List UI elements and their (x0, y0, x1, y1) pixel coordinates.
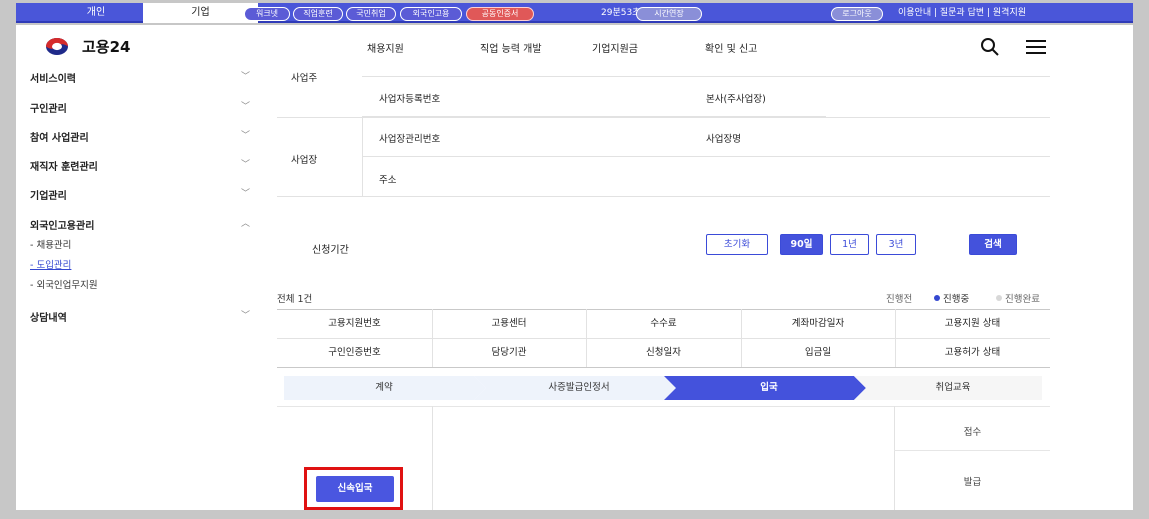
divider (277, 196, 1050, 197)
sidebar-item-label: 서비스이력 (30, 74, 76, 85)
status-issued: 발급 (963, 477, 982, 488)
search-icon[interactable] (980, 37, 1000, 57)
header-cell: 신청일자 (646, 347, 681, 358)
utility-bar: 개인 기업 워크넷 직업훈련 국민취업 외국인고용 공동인증서 29분53초 시… (16, 3, 1133, 23)
header-cell: 고용지원 상태 (944, 318, 1001, 329)
reset-button[interactable]: 초기화 (706, 234, 768, 255)
step-visa-certificate: 사증발급인정서 (548, 382, 610, 393)
divider (362, 156, 1050, 157)
nav-report[interactable]: 확인 및 신고 (705, 40, 757, 55)
header-cell: 담당기관 (491, 347, 527, 358)
chevron-down-icon: ﹀ (240, 102, 250, 112)
nav-skills[interactable]: 직업 능력 개발 (480, 40, 542, 55)
sidebar-item-recruit[interactable]: 구인관리 ﹀ (30, 100, 250, 115)
search-button[interactable]: 검색 (969, 234, 1017, 255)
divider (362, 117, 363, 196)
sidebar-item-consult[interactable]: 상담내역 ﹀ (30, 309, 250, 324)
owner-label: 사업주 (291, 73, 318, 84)
step-education: 취업교육 (935, 382, 971, 393)
period-label: 신청기간 (312, 245, 349, 256)
session-timer: 29분53초 (601, 8, 641, 18)
utility-links[interactable]: 이용안내 | 질문과 답변 | 원격지원 (898, 6, 1026, 20)
sidebar-item-training[interactable]: 재직자 훈련관리 ﹀ (30, 158, 250, 173)
chevron-up-icon: ︿ (240, 219, 250, 229)
chevron-down-icon: ﹀ (240, 131, 250, 141)
tab-personal[interactable]: 개인 (56, 3, 136, 23)
logo-text[interactable]: 고용24 (82, 36, 130, 57)
site-name-label: 사업장명 (706, 134, 741, 145)
sidebar-subitem-support[interactable]: - 외국인업무지원 (30, 277, 98, 291)
step-contract: 계약 (375, 382, 393, 393)
legend-label: 진행완료 (1005, 294, 1040, 305)
business-info-table: 사업주 사업자등록번호 본사(주사업장) 사업장 사업장관리번호 사업장명 주소 (277, 70, 1050, 197)
legend-label: 진행중 (943, 294, 970, 305)
legend-complete: 진행완료 (996, 291, 1040, 305)
dot-icon (996, 295, 1002, 301)
header-cell: 고용허가 상태 (944, 347, 1001, 358)
dot-icon (934, 295, 940, 301)
divider (432, 406, 433, 510)
menu-icon[interactable] (1025, 39, 1047, 55)
logo-icon[interactable] (45, 37, 72, 56)
progress-steps: 계약 사증발급인정서 입국 취업교육 (284, 376, 1042, 400)
site-number-label: 사업장관리번호 (379, 134, 441, 145)
address-label: 주소 (379, 175, 397, 186)
divider (894, 450, 1050, 451)
header-cell: 구인인증번호 (328, 347, 381, 358)
main-panel: 고용24 채용지원 직업 능력 개발 기업지원금 확인 및 신고 서비스이력 ﹀ … (16, 25, 1133, 510)
divider (277, 367, 1050, 368)
header-cell: 수수료 (650, 318, 677, 329)
tab-company[interactable]: 기업 (143, 3, 258, 23)
divider (277, 117, 1050, 118)
sidebar-item-foreign[interactable]: 외국인고용관리 ︿ (30, 217, 250, 232)
step-entry: 입국 (760, 382, 778, 393)
header-cell: 계좌마감일자 (791, 318, 845, 329)
header-cell: 고용지원번호 (328, 318, 381, 329)
hq-label: 본사(주사업장) (706, 94, 766, 105)
sidebar-subitem-hiring[interactable]: - 채용관리 (30, 237, 71, 251)
sidebar-item-label: 상담내역 (30, 313, 67, 324)
header-cell: 입금일 (804, 347, 832, 358)
biz-number-label: 사업자등록번호 (379, 94, 441, 105)
sidebar-item-label: 기업관리 (30, 191, 67, 202)
nav-subsidy[interactable]: 기업지원금 (592, 40, 638, 55)
chip-foreign[interactable]: 외국인고용 (400, 7, 462, 21)
chevron-down-icon: ﹀ (240, 311, 250, 321)
logout-button[interactable]: 로그아웃 (831, 7, 883, 21)
status-received: 접수 (963, 427, 982, 438)
chevron-down-icon: ﹀ (240, 72, 250, 82)
sidebar-item-label: 외국인고용관리 (30, 221, 95, 232)
divider (894, 406, 895, 510)
chevron-down-icon: ﹀ (240, 189, 250, 199)
site-label: 사업장 (291, 155, 318, 166)
chevron-down-icon: ﹀ (240, 160, 250, 170)
sidebar-item-label: 참여 사업관리 (30, 133, 89, 144)
sidebar-item-label: 구인관리 (30, 104, 67, 115)
chip-worknet[interactable]: 워크넷 (244, 7, 290, 21)
chip-certificate[interactable]: 공동인증서 (466, 7, 534, 21)
range-1y-button[interactable]: 1년 (830, 234, 869, 255)
nav-recruit[interactable]: 채용지원 (367, 40, 404, 55)
chip-employment[interactable]: 국민취업 (346, 7, 396, 21)
total-count: 전체 1건 (277, 294, 313, 305)
extend-session-button[interactable]: 시간연장 (636, 7, 702, 21)
header-cell: 고용센터 (491, 318, 527, 329)
legend-before: 진행전 (886, 294, 913, 305)
sidebar-subitem-introduction[interactable]: - 도입관리 (30, 257, 71, 271)
sidebar-item-label: 재직자 훈련관리 (30, 162, 98, 173)
divider (362, 76, 1050, 77)
sidebar-item-company[interactable]: 기업관리 ﹀ (30, 187, 250, 202)
chip-training[interactable]: 직업훈련 (293, 7, 343, 21)
legend-in-progress: 진행중 (934, 291, 969, 305)
range-3y-button[interactable]: 3년 (876, 234, 916, 255)
range-90d-button[interactable]: 90일 (780, 234, 823, 255)
sidebar-item-projects[interactable]: 참여 사업관리 ﹀ (30, 129, 250, 144)
site-header: 고용24 채용지원 직업 능력 개발 기업지원금 확인 및 신고 (16, 25, 1133, 69)
highlight-box (304, 467, 403, 510)
sidebar-item-service-history[interactable]: 서비스이력 ﹀ (30, 70, 250, 85)
divider (277, 406, 1050, 407)
